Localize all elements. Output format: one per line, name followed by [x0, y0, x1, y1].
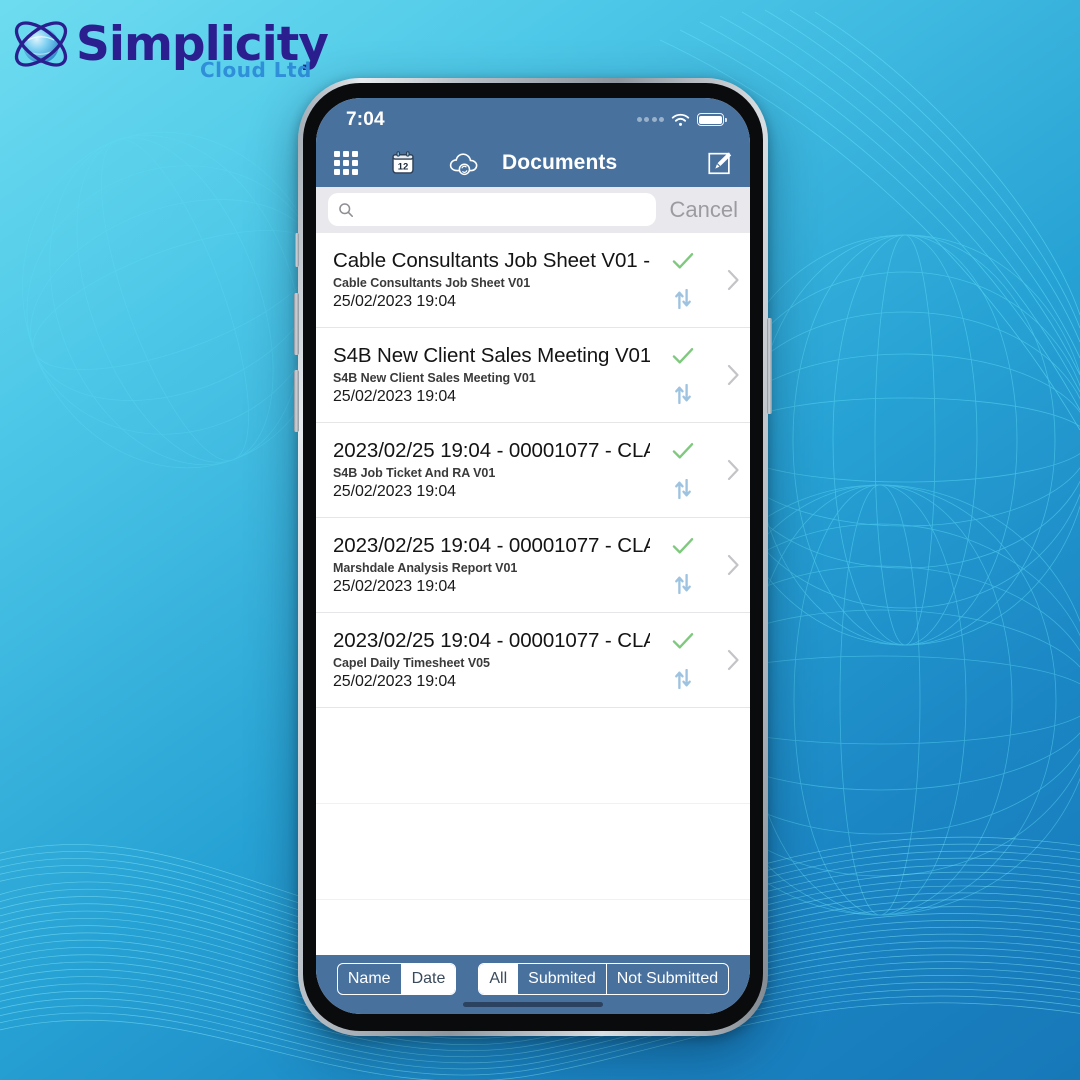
battery-full-icon	[697, 113, 727, 127]
row-subtitle: Cable Consultants Job Sheet V01	[333, 275, 531, 290]
status-bar: 7:04	[316, 98, 750, 138]
calendar-icon[interactable]: 12	[390, 150, 416, 176]
row-subtitle: Capel Daily Timesheet V05	[333, 655, 490, 670]
sort-segmented-control[interactable]: Name Date	[336, 963, 457, 996]
power-button[interactable]	[767, 318, 772, 414]
poster-stage: Simplicity Cloud Ltd 7:04 12 Documents C…	[0, 0, 1080, 1080]
table-row[interactable]: 2023/02/25 19:04 - 00001077 - CLAR... Ma…	[316, 518, 750, 613]
row-title: 2023/02/25 19:04 - 00001077 - CLAR...	[333, 438, 650, 462]
table-row[interactable]: 2023/02/25 19:04 - 00001077 - CLAR... Ca…	[316, 613, 750, 708]
row-date: 25/02/2023 19:04	[333, 577, 456, 595]
empty-list-row	[316, 708, 750, 804]
check-icon	[672, 537, 694, 554]
home-indicator[interactable]	[463, 1002, 603, 1007]
chevron-right-icon[interactable]	[716, 338, 750, 412]
table-row[interactable]: Cable Consultants Job Sheet V01 - (1) Ca…	[316, 233, 750, 328]
grid-menu-icon[interactable]	[334, 150, 358, 175]
chevron-right-icon[interactable]	[716, 243, 750, 317]
row-subtitle: S4B Job Ticket And RA V01	[333, 465, 496, 480]
compose-pencil-icon[interactable]	[706, 149, 734, 177]
page-title: Documents	[502, 150, 618, 174]
wifi-icon	[671, 113, 690, 126]
filter-option-not-submitted[interactable]: Not Submitted	[607, 964, 728, 994]
check-icon	[672, 347, 694, 364]
table-row[interactable]: 2023/02/25 19:04 - 00001077 - CLAR... S4…	[316, 423, 750, 518]
check-icon	[672, 442, 694, 459]
volume-up-button[interactable]	[294, 293, 299, 355]
empty-list-row	[316, 900, 750, 955]
documents-list[interactable]: Cable Consultants Job Sheet V01 - (1) Ca…	[316, 232, 750, 955]
row-title: 2023/02/25 19:04 - 00001077 - CLAR...	[333, 533, 650, 557]
filter-segmented-control[interactable]: All Submited Not Submitted	[478, 963, 730, 996]
signal-dots-icon	[636, 117, 664, 123]
globe-atom-icon	[14, 21, 68, 67]
search-input[interactable]	[328, 193, 656, 227]
search-bar-row: Cancel	[316, 187, 750, 233]
row-title: S4B New Client Sales Meeting V01 - (1)	[333, 343, 650, 367]
sync-arrows-icon	[675, 668, 691, 689]
row-subtitle: S4B New Client Sales Meeting V01	[333, 370, 536, 385]
sync-arrows-icon	[675, 288, 691, 309]
brand-tagline: Cloud Ltd	[199, 57, 312, 82]
status-time: 7:04	[346, 108, 385, 130]
search-cancel-button[interactable]: Cancel	[666, 197, 738, 223]
phone-body: 7:04 12 Documents Cancel Cable Consultan…	[303, 83, 763, 1031]
row-title: 2023/02/25 19:04 - 00001077 - CLAR...	[333, 628, 650, 652]
row-date: 25/02/2023 19:04	[333, 672, 456, 690]
cloud-sync-icon[interactable]	[448, 150, 480, 176]
chevron-right-icon[interactable]	[716, 433, 750, 507]
row-date: 25/02/2023 19:04	[333, 387, 456, 405]
row-date: 25/02/2023 19:04	[333, 482, 456, 500]
table-row[interactable]: S4B New Client Sales Meeting V01 - (1) S…	[316, 328, 750, 423]
filter-option-all[interactable]: All	[479, 964, 519, 995]
check-icon	[672, 252, 694, 269]
sync-arrows-icon	[675, 383, 691, 404]
check-icon	[672, 632, 694, 649]
calendar-day-label: 12	[398, 161, 409, 172]
sort-option-date[interactable]: Date	[401, 964, 456, 995]
chevron-right-icon[interactable]	[716, 623, 750, 697]
chevron-right-icon[interactable]	[716, 528, 750, 602]
row-date: 25/02/2023 19:04	[333, 292, 456, 310]
sync-arrows-icon	[675, 573, 691, 594]
phone-screen: 7:04 12 Documents Cancel Cable Consultan…	[316, 98, 750, 1014]
silent-switch[interactable]	[295, 233, 299, 267]
search-icon	[339, 203, 353, 217]
sort-option-name[interactable]: Name	[338, 964, 402, 995]
volume-down-button[interactable]	[294, 370, 299, 432]
navigation-bar: 12 Documents	[316, 137, 750, 188]
brand-logo: Simplicity Cloud Ltd	[8, 4, 329, 84]
filter-option-submitted[interactable]: Submited	[518, 964, 607, 995]
row-subtitle: Marshdale Analysis Report V01	[333, 560, 518, 575]
empty-list-row	[316, 804, 750, 900]
phone-mockup: 7:04 12 Documents Cancel Cable Consultan…	[294, 78, 772, 1036]
row-title: Cable Consultants Job Sheet V01 - (1)	[333, 248, 650, 272]
sync-arrows-icon	[675, 478, 691, 499]
